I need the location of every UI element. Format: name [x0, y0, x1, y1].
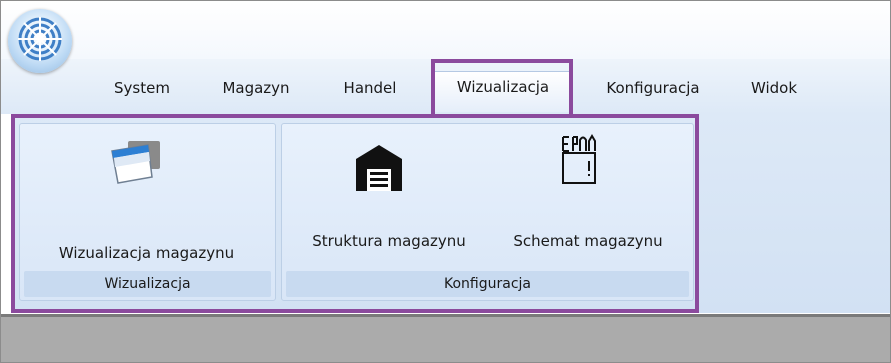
app-orb-button[interactable]: [8, 9, 72, 73]
group-label-konfiguracja: Konfiguracja: [286, 271, 689, 297]
tab-magazyn[interactable]: Magazyn: [206, 73, 306, 103]
wizualizacja-magazynu-button[interactable]: Wizualizacja magazynu: [23, 127, 270, 269]
group-label-wizualizacja: Wizualizacja: [24, 271, 271, 297]
tab-wizualizacja[interactable]: Wizualizacja: [433, 71, 573, 112]
schemat-magazynu-label: Schemat magazynu: [513, 232, 663, 250]
tab-widok[interactable]: Widok: [736, 73, 812, 103]
tab-system[interactable]: System: [97, 73, 187, 103]
struktura-magazynu-label: Struktura magazynu: [312, 232, 466, 250]
schemat-magazynu-button[interactable]: Schemat magazynu: [493, 127, 683, 259]
title-bar: [1, 1, 890, 59]
wizualizacja-magazynu-label: Wizualizacja magazynu: [58, 244, 235, 262]
tab-konfiguracja[interactable]: Konfiguracja: [585, 73, 721, 103]
window-icon: [111, 141, 160, 184]
tab-handel[interactable]: Handel: [329, 73, 411, 103]
schema-tools-icon: [562, 134, 596, 184]
app-window: System Magazyn Handel Wizualizacja Konfi…: [0, 0, 891, 363]
app-orb-icon: [18, 17, 62, 61]
workspace-area: [1, 314, 890, 362]
warehouse-icon: [356, 145, 402, 191]
struktura-magazynu-button[interactable]: Struktura magazynu: [287, 127, 491, 259]
